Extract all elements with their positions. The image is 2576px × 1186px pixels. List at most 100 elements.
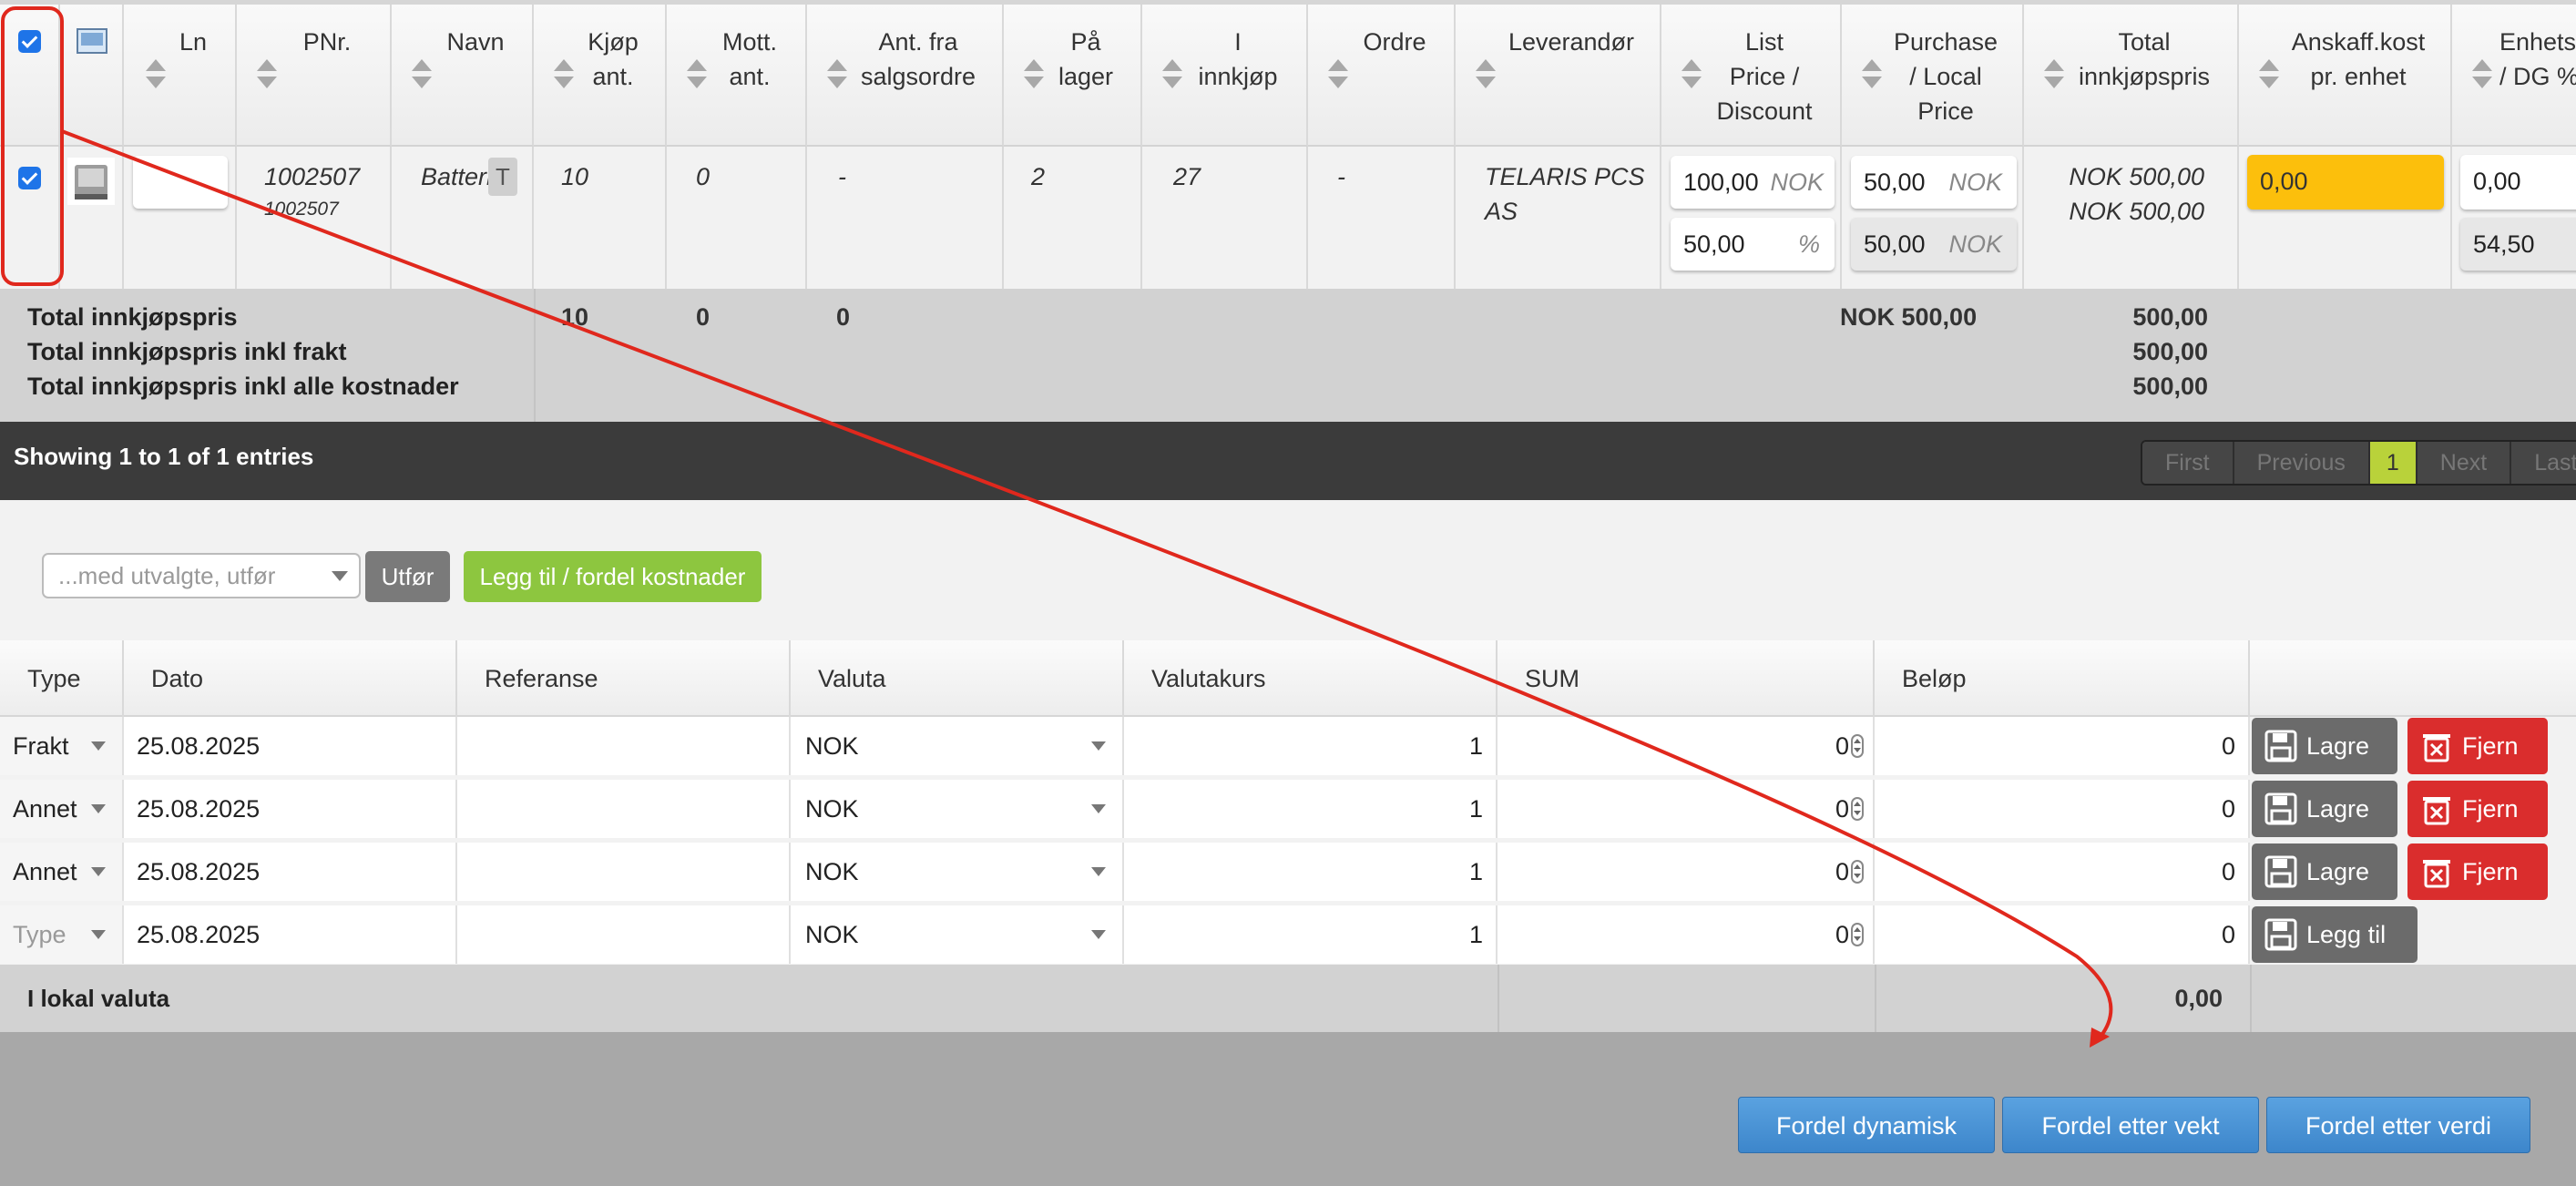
- page-first-button[interactable]: First: [2142, 442, 2234, 484]
- cost-reference-input[interactable]: [457, 843, 791, 901]
- utfor-button[interactable]: Utfør: [365, 551, 450, 602]
- cost-currency-select[interactable]: NOK: [791, 780, 1124, 838]
- anskaff-input[interactable]: 0,00: [2247, 155, 2444, 210]
- sort-navn-icon[interactable]: [412, 57, 432, 90]
- remove-cost-button[interactable]: Fjern: [2407, 843, 2548, 900]
- col-pa-lager[interactable]: På lager: [1004, 5, 1142, 147]
- trash-icon: [2423, 860, 2450, 888]
- save-cost-button[interactable]: Lagre: [2252, 781, 2397, 837]
- total-price-1: NOK 500,00: [2069, 163, 2204, 190]
- save-cost-button[interactable]: Lagre: [2252, 718, 2397, 774]
- new-cost-currency-select[interactable]: NOK: [791, 905, 1124, 964]
- totals-kjop: 10: [561, 303, 589, 331]
- list-price-input[interactable]: 100,00 NOK: [1671, 156, 1835, 209]
- new-cost-sum-input[interactable]: 0: [1498, 905, 1875, 964]
- cost-type-select[interactable]: Frakt: [0, 717, 124, 775]
- col-ln[interactable]: Ln: [124, 5, 237, 147]
- page-next-button[interactable]: Next: [2417, 442, 2512, 484]
- purchase-price-input[interactable]: 50,00 NOK: [1851, 156, 2017, 209]
- col-enhet[interactable]: Enhets / DG %: [2452, 5, 2576, 147]
- distribute-dynamic-button[interactable]: Fordel dynamisk: [1738, 1097, 1995, 1153]
- spinner-icon[interactable]: [1851, 733, 1864, 758]
- spinner-icon[interactable]: [1851, 859, 1864, 884]
- cost-currency-select[interactable]: NOK: [791, 843, 1124, 901]
- cost-type-select[interactable]: Annet: [0, 843, 124, 901]
- supplier-name[interactable]: TELARIS PCS AS: [1485, 159, 1645, 229]
- cost-date-input[interactable]: 25.08.2025: [124, 717, 457, 775]
- new-cost-reference-input[interactable]: [457, 905, 791, 964]
- col-i-innkjop[interactable]: I innkjøp: [1142, 5, 1308, 147]
- row-listprice-cell: 100,00 NOK 50,00 %: [1661, 147, 1842, 289]
- col-mott[interactable]: Mott. ant.: [667, 5, 807, 147]
- col-anskaff-kost[interactable]: Anskaff.kost pr. enhet: [2239, 5, 2452, 147]
- cost-sum-input[interactable]: 0: [1498, 843, 1875, 901]
- sort-mott-icon[interactable]: [687, 57, 707, 90]
- new-cost-date-input[interactable]: 25.08.2025: [124, 905, 457, 964]
- col-total-innkjopspris[interactable]: Total innkjøpspris: [2024, 5, 2239, 147]
- col-kjop[interactable]: Kjøp ant.: [534, 5, 667, 147]
- kjop-qty: 10: [561, 163, 589, 190]
- cost-rate-input[interactable]: 1: [1124, 780, 1498, 838]
- sort-ln-icon[interactable]: [146, 57, 166, 90]
- product-thumbnail[interactable]: [67, 158, 115, 205]
- cost-rate-input[interactable]: 1: [1124, 843, 1498, 901]
- col-purchase-price[interactable]: Purchase / Local Price: [1842, 5, 2024, 147]
- page-1-button[interactable]: 1: [2369, 442, 2418, 484]
- remove-cost-button[interactable]: Fjern: [2407, 781, 2548, 837]
- footer-divider: [1498, 965, 1499, 1032]
- new-cost-rate-input[interactable]: 1: [1124, 905, 1498, 964]
- sort-listprice-icon[interactable]: [1682, 57, 1702, 90]
- col-navn-label: Navn: [446, 28, 505, 56]
- cost-currency-select[interactable]: NOK: [791, 717, 1124, 775]
- sort-enhet-icon[interactable]: [2472, 57, 2492, 90]
- cost-reference-input[interactable]: [457, 717, 791, 775]
- cost-date-input[interactable]: 25.08.2025: [124, 843, 457, 901]
- sort-antfra-icon[interactable]: [827, 57, 847, 90]
- col-navn[interactable]: Navn: [392, 5, 534, 147]
- bulk-action-select[interactable]: ...med utvalgte, utfør: [42, 553, 361, 598]
- sort-pnr-icon[interactable]: [257, 57, 277, 90]
- add-cost-button[interactable]: Legg til: [2252, 906, 2418, 963]
- sort-palager-icon[interactable]: [1024, 57, 1044, 90]
- sort-ordre-icon[interactable]: [1328, 57, 1348, 90]
- spinner-icon[interactable]: [1851, 922, 1864, 946]
- remove-cost-button[interactable]: Fjern: [2407, 718, 2548, 774]
- sort-purchase-icon[interactable]: [1862, 57, 1882, 90]
- col-list-price[interactable]: List Price / Discount: [1661, 5, 1842, 147]
- product-name-badge[interactable]: T: [488, 158, 517, 196]
- ln-input[interactable]: [133, 156, 228, 209]
- sort-anskaff-icon[interactable]: [2259, 57, 2279, 90]
- sort-leverandor-icon[interactable]: [1476, 57, 1496, 90]
- remove-cost-label: Fjern: [2462, 858, 2519, 885]
- product-number[interactable]: 1002507: [264, 159, 360, 194]
- col-pnr[interactable]: PNr.: [237, 5, 392, 147]
- cost-rate-input[interactable]: 1: [1124, 717, 1498, 775]
- palager-qty: 2: [1031, 163, 1046, 190]
- cost-reference-input[interactable]: [457, 780, 791, 838]
- col-leverandor[interactable]: Leverandør: [1456, 5, 1661, 147]
- cost-sum-input[interactable]: 0: [1498, 717, 1875, 775]
- local-price-field: 50,00 NOK: [1851, 218, 2017, 271]
- page-previous-button[interactable]: Previous: [2234, 442, 2370, 484]
- add-distribute-costs-button[interactable]: Legg til / fordel kostnader: [464, 551, 762, 602]
- enhet-input[interactable]: 0,00: [2460, 155, 2576, 210]
- discount-input[interactable]: 50,00 %: [1671, 218, 1835, 271]
- col-ordre[interactable]: Ordre: [1308, 5, 1456, 147]
- sort-kjop-icon[interactable]: [554, 57, 574, 90]
- totals-label-1: Total innkjøpspris: [27, 303, 238, 331]
- col-ant-fra-salgsordre[interactable]: Ant. fra salgsordre: [807, 5, 1004, 147]
- spinner-icon[interactable]: [1851, 796, 1864, 821]
- distribute-by-value-button[interactable]: Fordel etter verdi: [2266, 1097, 2530, 1153]
- product-name[interactable]: Batteri: [421, 159, 492, 194]
- cost-type-select[interactable]: Annet: [0, 780, 124, 838]
- totals-mott: 0: [696, 303, 710, 331]
- new-cost-type-select[interactable]: Type: [0, 905, 124, 964]
- save-cost-button[interactable]: Lagre: [2252, 843, 2397, 900]
- cost-date-input[interactable]: 25.08.2025: [124, 780, 457, 838]
- sort-total-icon[interactable]: [2044, 57, 2064, 90]
- cost-sum-input[interactable]: 0: [1498, 780, 1875, 838]
- distribute-by-weight-button[interactable]: Fordel etter vekt: [2002, 1097, 2259, 1153]
- page-last-button[interactable]: Last: [2511, 442, 2576, 484]
- cost-col-sum: SUM: [1498, 640, 1875, 717]
- sort-innkjop-icon[interactable]: [1162, 57, 1182, 90]
